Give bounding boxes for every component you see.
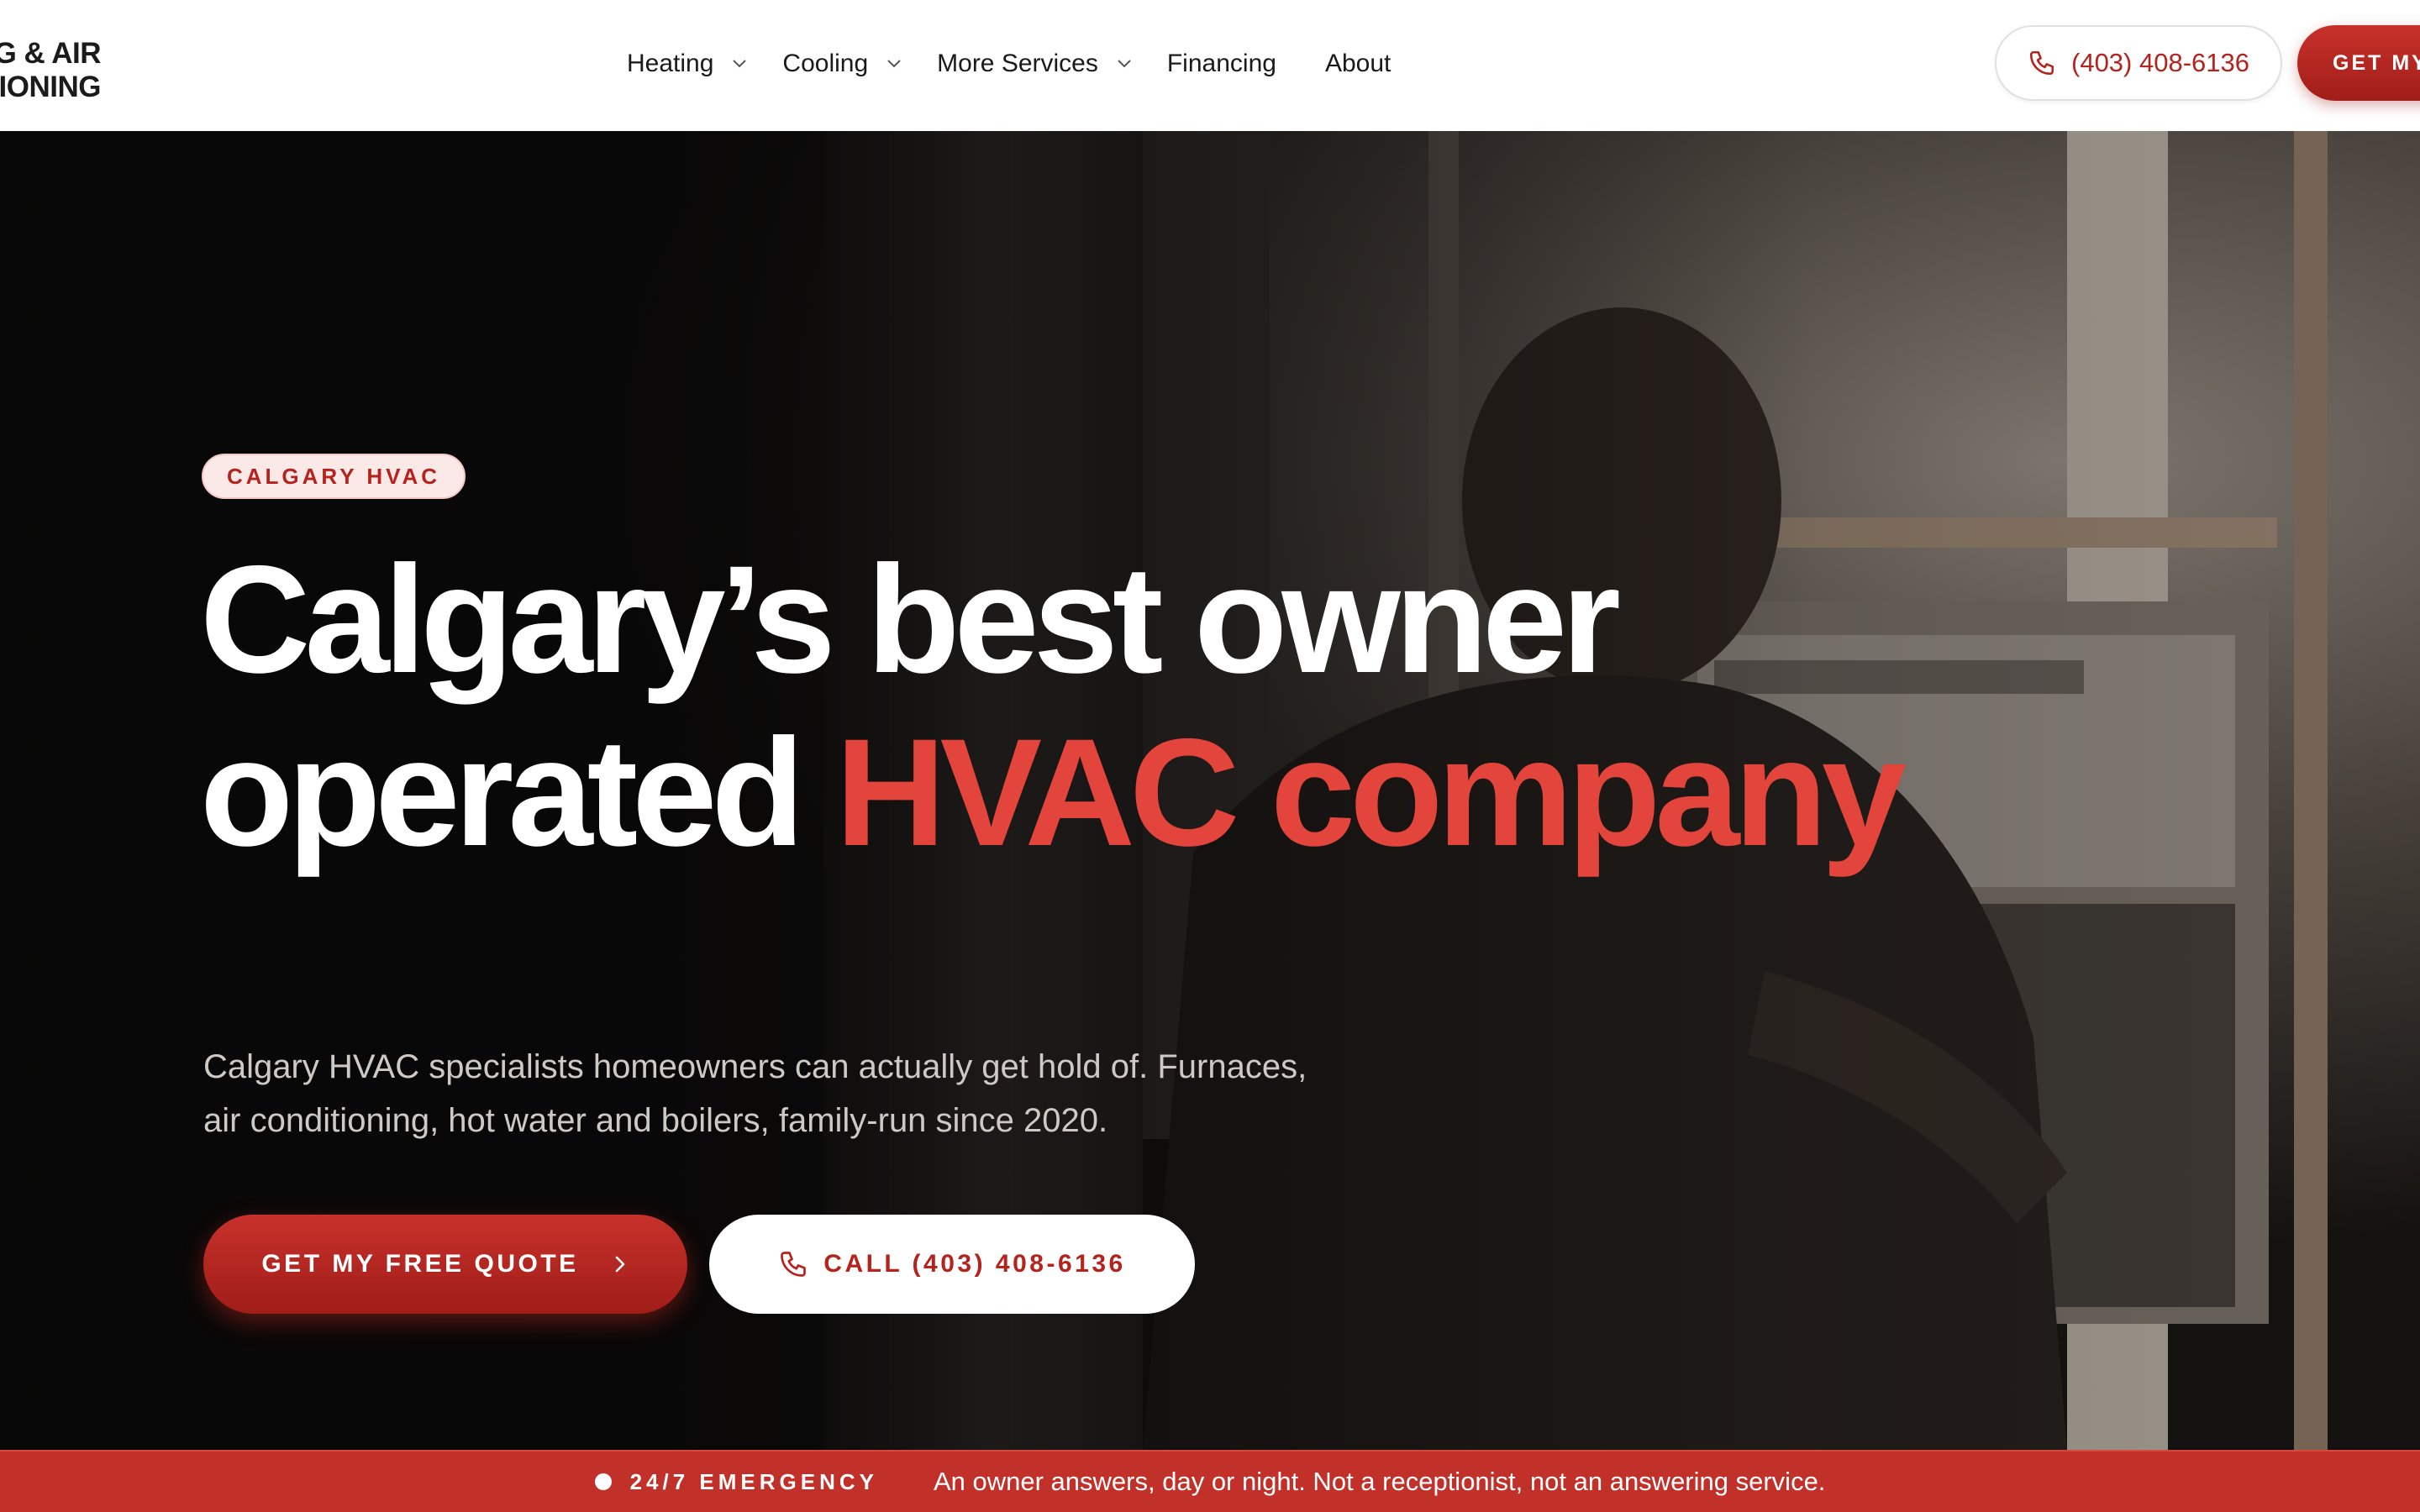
logo-line-2: IONING: [0, 71, 102, 103]
header-phone-number: (403) 408-6136: [2071, 48, 2249, 77]
header-phone-button[interactable]: (403) 408-6136: [1995, 25, 2282, 101]
nav-label-more-services: More Services: [937, 50, 1098, 77]
headline-line-2-white: operated: [200, 706, 805, 878]
phone-icon: [2029, 50, 2054, 76]
headline-line-1: Calgary’s best owner: [200, 533, 1621, 705]
hero-subtext: Calgary HVAC specialists homeowners can …: [203, 1040, 1447, 1147]
chevron-down-icon: [1118, 60, 1131, 68]
chevron-down-icon: [733, 60, 747, 68]
emergency-tag: 24/7 EMERGENCY: [629, 1468, 878, 1494]
nav-item-about[interactable]: About: [1325, 50, 1391, 78]
get-free-quote-button[interactable]: GET MY FREE QUOTE: [203, 1215, 687, 1314]
nav-label-financing: Financing: [1166, 50, 1276, 77]
header-quote-label: GET MY: [2333, 50, 2420, 75]
nav-label-about: About: [1324, 50, 1392, 77]
category-badge: CALGARY HVAC: [202, 454, 466, 499]
nav-label-heating: Heating: [627, 50, 714, 77]
status-dot-icon: [594, 1473, 612, 1490]
emergency-banner: 24/7 EMERGENCY An owner answers, day or …: [0, 1450, 2420, 1512]
phone-icon: [781, 1252, 807, 1277]
logo-line-1: G & AIR: [0, 37, 102, 70]
call-now-button[interactable]: CALL (403) 408-6136: [709, 1215, 1195, 1314]
site-header: G & AIR IONING Heating Cooling More Serv…: [0, 0, 2420, 131]
call-button-label: CALL (403) 408-6136: [823, 1250, 1126, 1278]
main-nav: Heating Cooling More Services Financing …: [627, 44, 1391, 84]
nav-label-cooling: Cooling: [782, 50, 869, 77]
subtext-line-2: air conditioning, hot water and boilers,…: [203, 1102, 1108, 1139]
nav-item-more-services[interactable]: More Services: [937, 50, 1132, 78]
headline-accent: HVAC company: [835, 706, 1907, 878]
emergency-text: An owner answers, day or night. Not a re…: [933, 1467, 1826, 1496]
hero-section: CALGARY HVAC Calgary’s best owner operat…: [0, 131, 2420, 1450]
subtext-line-1: Calgary HVAC specialists homeowners can …: [203, 1048, 1307, 1085]
header-quote-button[interactable]: GET MY: [2297, 25, 2420, 101]
badge-label: CALGARY HVAC: [227, 463, 441, 489]
hero-headline: Calgary’s best owner operated HVAC compa…: [200, 533, 2049, 879]
nav-item-cooling[interactable]: Cooling: [782, 50, 902, 78]
nav-item-financing[interactable]: Financing: [1167, 50, 1276, 78]
nav-item-heating[interactable]: Heating: [627, 50, 747, 78]
chevron-right-icon: [615, 1256, 624, 1273]
company-logo[interactable]: G & AIR IONING: [0, 37, 102, 104]
chevron-down-icon: [887, 60, 901, 68]
quote-button-label: GET MY FREE QUOTE: [261, 1250, 579, 1278]
